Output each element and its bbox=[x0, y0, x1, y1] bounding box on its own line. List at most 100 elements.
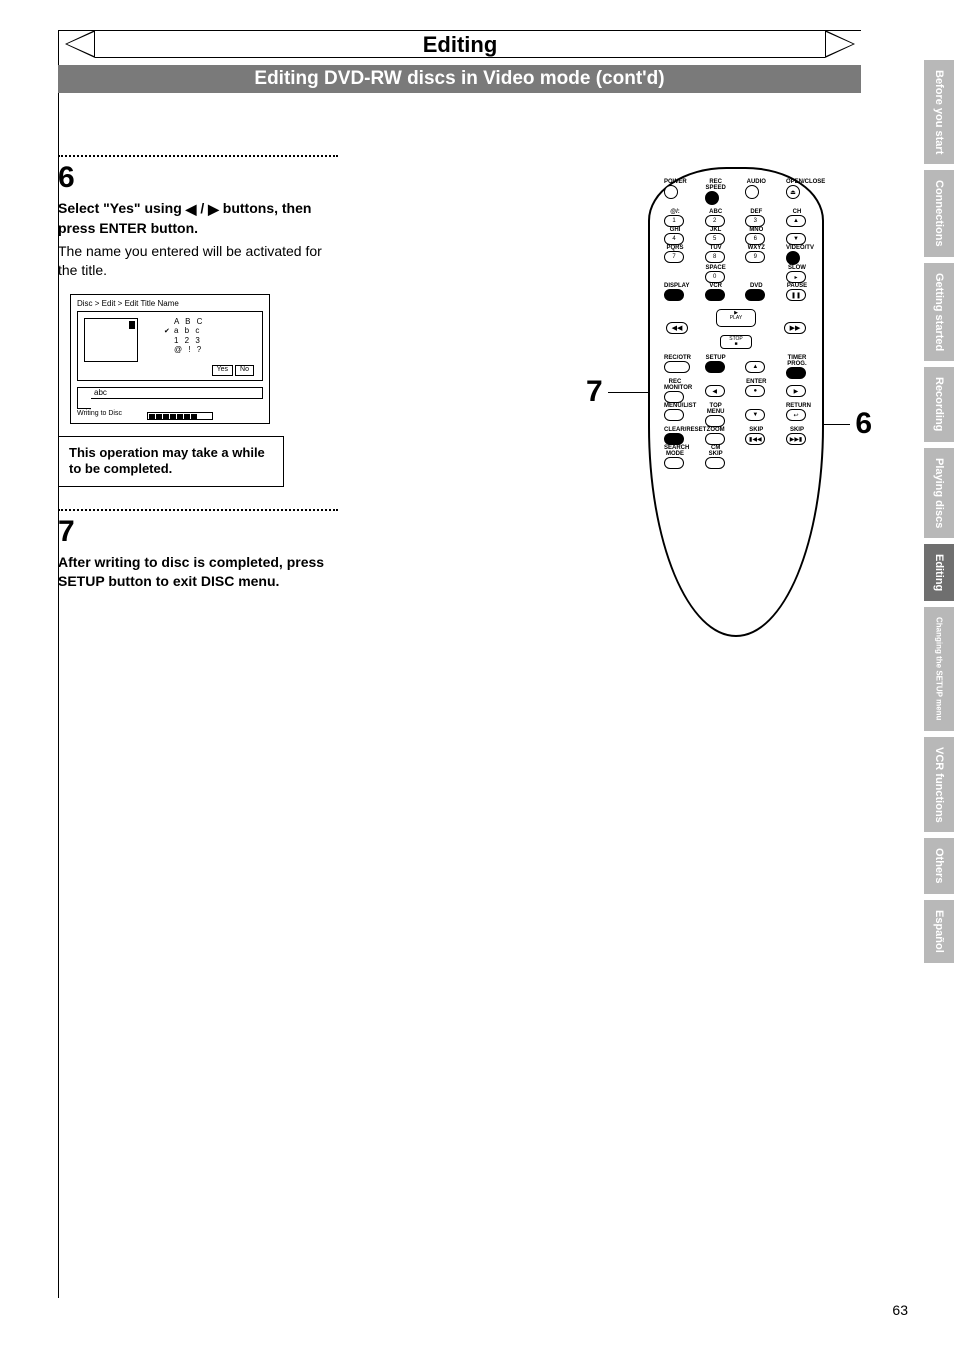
key-7[interactable]: 7 bbox=[664, 251, 684, 263]
up-button[interactable]: ▲ bbox=[745, 361, 765, 373]
text: Select "Yes" using bbox=[58, 200, 186, 216]
mode-abc-lower: a b c bbox=[174, 326, 204, 336]
osd-no-button[interactable]: No bbox=[235, 365, 254, 375]
key-5[interactable]: 5 bbox=[705, 233, 725, 245]
left-button[interactable]: ◀ bbox=[705, 385, 725, 397]
slow-button[interactable]: ▸ bbox=[786, 271, 806, 283]
label-vcr: VCR bbox=[705, 283, 727, 289]
rec-speed-button[interactable] bbox=[705, 191, 719, 205]
label-play: PLAY bbox=[730, 315, 742, 321]
skip-prev-button[interactable]: ▮◀◀ bbox=[745, 433, 765, 445]
search-mode-button[interactable] bbox=[664, 457, 684, 469]
tab-before-you-start[interactable]: Before you start bbox=[924, 60, 954, 164]
play-button[interactable]: ▶PLAY bbox=[716, 309, 756, 327]
label-recspeed: REC SPEED bbox=[705, 179, 727, 191]
label-audio: AUDIO bbox=[745, 179, 767, 185]
osd-field-value: abc bbox=[94, 388, 107, 398]
video-tv-button[interactable] bbox=[786, 251, 800, 265]
tab-connections[interactable]: Connections bbox=[924, 170, 954, 257]
label: DEF bbox=[745, 209, 767, 215]
zoom-button[interactable] bbox=[705, 433, 725, 445]
osd-preview-thumb bbox=[84, 318, 138, 362]
tab-changing-setup[interactable]: Changing the SETUP menu bbox=[924, 607, 954, 730]
note-box: This operation may take a while to be co… bbox=[58, 436, 284, 488]
rewind-button[interactable]: ◀◀ bbox=[666, 322, 688, 334]
tab-getting-started[interactable]: Getting started bbox=[924, 263, 954, 361]
page-title: Editing bbox=[95, 30, 825, 58]
dvd-button[interactable] bbox=[745, 289, 765, 301]
fwd-button[interactable]: ▶▶ bbox=[784, 322, 806, 334]
pause-button[interactable]: ❚❚ bbox=[786, 289, 806, 301]
clear-reset-button[interactable] bbox=[664, 433, 684, 445]
label-space: SPACE bbox=[705, 265, 727, 271]
label: TUV bbox=[705, 245, 727, 251]
label-power: POWER bbox=[664, 179, 686, 185]
callout-7: 7 bbox=[586, 375, 603, 409]
ch-down-button[interactable]: ▼ bbox=[786, 233, 806, 245]
timer-prog-button[interactable] bbox=[786, 367, 806, 379]
step-6-body: The name you entered will be activated f… bbox=[58, 242, 338, 280]
tab-vcr-functions[interactable]: VCR functions bbox=[924, 737, 954, 833]
step-7-instruction: After writing to disc is completed, pres… bbox=[58, 553, 338, 591]
side-tabs: Before you start Connections Getting sta… bbox=[924, 60, 954, 969]
nav-cluster: ◀◀ ▶PLAY STOP■ ▶▶ bbox=[664, 305, 808, 351]
label-display: DISPLAY bbox=[664, 283, 686, 289]
osd-progress-bar bbox=[147, 412, 213, 420]
power-button[interactable] bbox=[664, 185, 678, 199]
mode-abc-upper: A B C bbox=[174, 317, 204, 327]
return-button[interactable]: ↩ bbox=[786, 409, 806, 421]
right-button[interactable]: ▶ bbox=[786, 385, 806, 397]
remote-illustration: 7 6 POWER REC SPEED AUDIO OPEN/CLOSE⏏ @/… bbox=[600, 155, 858, 655]
ch-up-button[interactable]: ▲ bbox=[786, 215, 806, 227]
step-6-number: 6 bbox=[58, 163, 338, 193]
vcr-button[interactable] bbox=[705, 289, 725, 301]
label: MNO bbox=[745, 227, 767, 233]
key-1[interactable]: 1 bbox=[664, 215, 684, 227]
tab-others[interactable]: Others bbox=[924, 838, 954, 893]
enter-button[interactable]: ● bbox=[745, 385, 765, 397]
audio-button[interactable] bbox=[745, 185, 759, 199]
cm-skip-button[interactable] bbox=[705, 457, 725, 469]
mode-symbols: @ ! ? bbox=[174, 345, 204, 355]
mode-123: 1 2 3 bbox=[174, 336, 204, 346]
down-button[interactable]: ▼ bbox=[745, 409, 765, 421]
label-recmon: REC MONITOR bbox=[664, 379, 686, 391]
page-number: 63 bbox=[892, 1302, 908, 1318]
tab-recording[interactable]: Recording bbox=[924, 367, 954, 441]
key-4[interactable]: 4 bbox=[664, 233, 684, 245]
key-9[interactable]: 9 bbox=[745, 251, 765, 263]
step-7-number: 7 bbox=[58, 517, 338, 547]
osd-yes-button[interactable]: Yes bbox=[212, 365, 233, 375]
label-clear: CLEAR/RESET bbox=[664, 427, 686, 433]
tab-playing-discs[interactable]: Playing discs bbox=[924, 448, 954, 538]
tab-espanol[interactable]: Español bbox=[924, 900, 954, 963]
menu-list-button[interactable] bbox=[664, 409, 684, 421]
key-0[interactable]: 0 bbox=[705, 271, 725, 283]
steps-column: 6 Select "Yes" using ◀ / ▶ buttons, then… bbox=[58, 155, 338, 591]
key-3[interactable]: 3 bbox=[745, 215, 765, 227]
title-ribbon: Editing bbox=[65, 30, 855, 58]
tab-editing[interactable]: Editing bbox=[924, 544, 954, 601]
right-arrow-icon: ▶ bbox=[208, 200, 219, 219]
open-close-button[interactable]: ⏏ bbox=[786, 185, 800, 199]
label-dvd: DVD bbox=[745, 283, 767, 289]
stop-button[interactable]: STOP■ bbox=[720, 335, 752, 349]
setup-button[interactable] bbox=[705, 361, 725, 373]
key-2[interactable]: 2 bbox=[705, 215, 725, 227]
rec-otr-button[interactable] bbox=[664, 361, 690, 373]
label-skip-prev: SKIP bbox=[745, 427, 767, 433]
label-videotv: VIDEO/TV bbox=[786, 245, 808, 251]
label-return: RETURN bbox=[786, 403, 808, 409]
display-button[interactable] bbox=[664, 289, 684, 301]
osd-writing-label: Writing to Disc bbox=[77, 410, 122, 418]
key-8[interactable]: 8 bbox=[705, 251, 725, 263]
label: ABC bbox=[705, 209, 727, 215]
label: WXYZ bbox=[745, 245, 767, 251]
rec-monitor-button[interactable] bbox=[664, 391, 684, 403]
label-searchmode: SEARCH MODE bbox=[664, 445, 686, 457]
text: / bbox=[196, 200, 208, 216]
top-menu-button[interactable] bbox=[705, 415, 725, 427]
osd-breadcrumb: Disc > Edit > Edit Title Name bbox=[77, 299, 179, 309]
skip-next-button[interactable]: ▶▶▮ bbox=[786, 433, 806, 445]
key-6[interactable]: 6 bbox=[745, 233, 765, 245]
